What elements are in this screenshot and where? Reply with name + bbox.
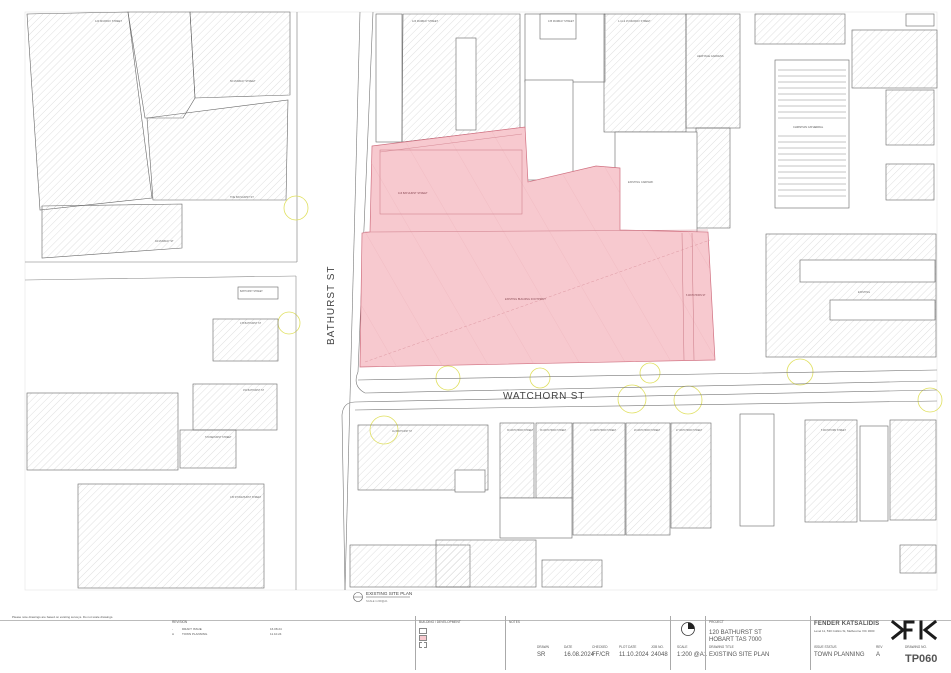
label-sw-2: 178 BATHURST ST: [240, 322, 262, 325]
legend-swatch-2: [419, 635, 427, 641]
rev-row-2-desc: TOWN PLANNING: [182, 632, 208, 636]
issue-status-label: ISSUE STATUS: [814, 645, 837, 649]
label-lot-f: 5 WATCHORN STREET: [821, 429, 846, 432]
ne-building-block: [754, 13, 938, 358]
rev-row-2-rev: A: [172, 632, 175, 636]
legend-swatch-1: [419, 628, 427, 634]
rev-row-1-desc: DRAFT ISSUE: [182, 627, 202, 631]
label-n-1: 123 MURRAY STREET: [412, 20, 438, 23]
drawing-no-label: DRAWING NO.: [905, 645, 927, 649]
revision-header: REVISION: [172, 620, 188, 624]
label-nw-1: 123 MURRAY STREET: [95, 19, 122, 23]
label-house-a: 112 BATHURST ST: [392, 430, 413, 433]
label-lot-b: 36 WATCHORN STREET: [540, 429, 567, 432]
label-lot-e: 27 WATCHORN STREET: [676, 429, 703, 432]
label-lot-a: 39 WATCHORN STREET: [507, 429, 534, 432]
watchorn-st-road: [354, 369, 938, 411]
street-label-bathurst: BATHURST ST: [326, 265, 337, 345]
drawing-title-label: DRAWING TITLE: [709, 645, 734, 649]
rev-row-1-date: 16.08.24: [270, 627, 282, 631]
checked-value: FF/CR: [592, 652, 610, 658]
plan-scale-text: SCALE 1:200@A1: [366, 599, 388, 603]
disclaimer-text: Please note drawings are based on existi…: [12, 615, 114, 619]
label-n-2: 135 MURRAY STREET: [548, 20, 574, 23]
label-sw-1: BATHURST STREET: [240, 290, 263, 293]
rev-label: REV: [876, 645, 883, 649]
label-sw-5: 135 STONEHURST STREET: [230, 496, 262, 499]
project-label: PROJECT: [709, 620, 724, 624]
plot-date-label: PLOT DATE: [619, 645, 637, 649]
legend-swatch-3: [419, 642, 427, 648]
nw-building-block: [26, 11, 291, 259]
label-lot-d: 29 WATCHORN STREET: [634, 429, 661, 432]
rev-row-1-rev: -: [172, 627, 173, 631]
label-sw-3: 152 BATHURST ST: [243, 389, 265, 392]
label-nw-4: 94 MURRAY ST: [155, 239, 174, 243]
plan-title-text: EXISTING SITE PLAN: [366, 591, 412, 596]
north-arrow-icon: [681, 622, 695, 636]
drawn-value: SR: [537, 652, 546, 658]
plot-date-value: 11.10.2024: [619, 652, 649, 658]
job-no-label: JOB NO.: [651, 645, 664, 649]
drawing-title-value: EXISTING SITE PLAN: [709, 652, 770, 658]
label-nw-3: TOE BATHURST ST: [230, 195, 254, 199]
label-block-north: 116 BATHURST STREET: [398, 191, 428, 195]
label-block-ne: 6 WATCHORN ST: [686, 294, 706, 297]
notes-header: NOTES: [509, 620, 520, 624]
label-gardens: HERITAGE GARDENS: [697, 54, 724, 58]
south-building-block: [349, 413, 937, 588]
issue-status-value: TOWN PLANNING: [814, 652, 865, 658]
label-cathedral: CHRISTIAN CATHEDRAL: [793, 125, 824, 129]
label-sw-4: STONEHURST STREET: [205, 436, 232, 439]
scale-value: 1:200 @A1: [677, 652, 708, 658]
rev-value: A: [876, 652, 881, 658]
street-label-watchorn: WATCHORN ST: [503, 391, 585, 402]
label-lot-c: 24 WATCHORN STREET: [590, 429, 617, 432]
label-site-footprint: EXISTING BUILDING FOOTPRINT: [505, 297, 546, 301]
label-block-east: EXISTING: [858, 290, 870, 294]
label-carpark: EXISTING CARPARK: [628, 180, 653, 184]
drawing-no-value: TP060: [905, 653, 938, 665]
label-n-3: 1-11 & 15 MURRAY STREET: [618, 20, 651, 23]
date-label: DATE: [564, 645, 573, 649]
drawn-label: DRAWN: [537, 645, 549, 649]
job-no-value: 24048: [651, 652, 668, 658]
legend-header: BUILDING / DEVELOPMENT: [419, 620, 461, 624]
firm-address: Level 11, 530 Collins St, Melbourne VIC …: [814, 629, 875, 633]
project-line-2: HOBART TAS 7000: [709, 637, 762, 643]
fk-logo: [890, 619, 938, 641]
plan-title: EXISTING SITE PLAN SCALE 1:200@A1: [353, 591, 412, 603]
date-value: 16.08.2024: [564, 652, 595, 658]
scale-label: SCALE: [677, 645, 688, 649]
project-line-1: 120 BATHURST ST: [709, 630, 762, 636]
rev-row-2-date: 11.10.24: [270, 632, 282, 636]
firm-name: FENDER KATSALIDIS: [814, 621, 880, 627]
title-block: Please note drawings are based on existi…: [0, 612, 951, 673]
checked-label: CHECKED: [592, 645, 608, 649]
label-nw-2: 50 MURRAY STREET: [230, 79, 256, 83]
site-plan-drawing: 123 MURRAY STREET 50 MURRAY STREET TOE B…: [24, 11, 943, 603]
